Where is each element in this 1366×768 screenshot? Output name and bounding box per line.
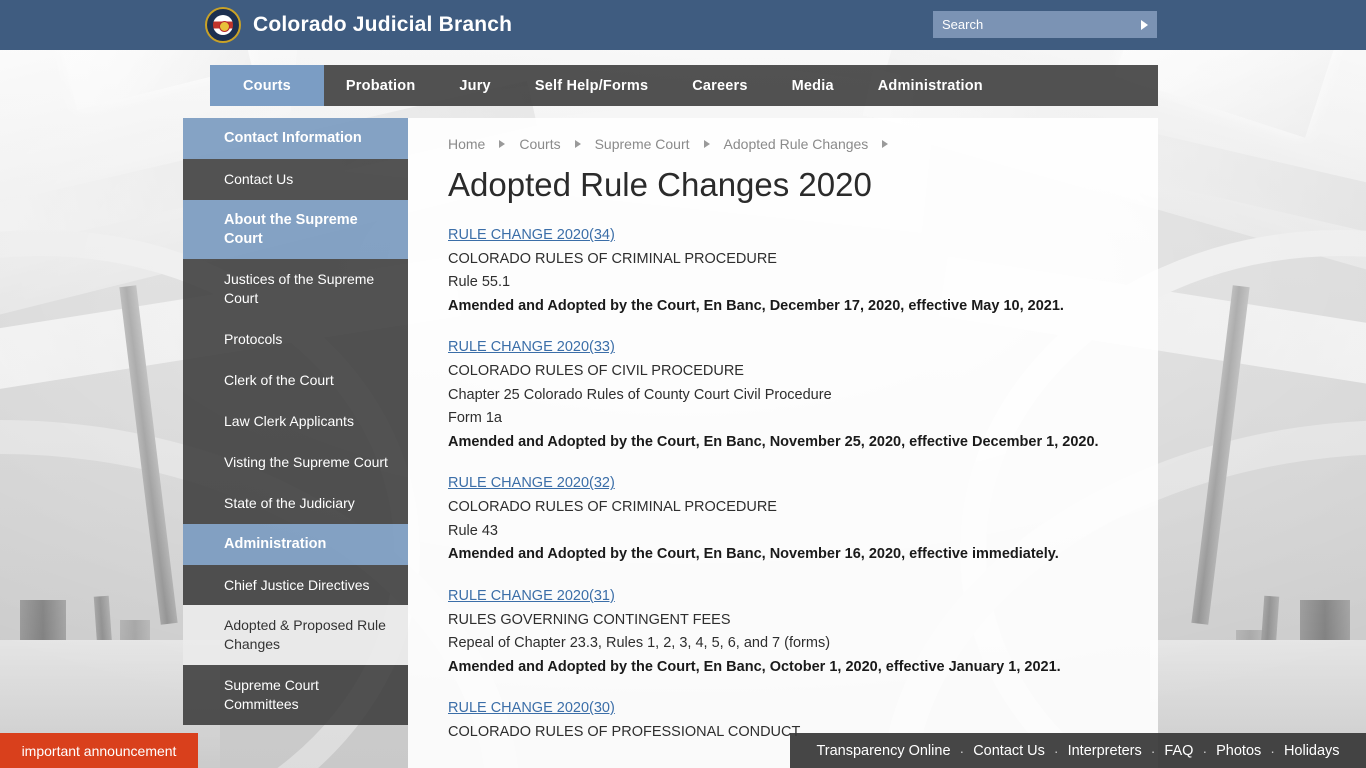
rule-change-link[interactable]: RULE CHANGE 2020(30): [448, 700, 615, 716]
search-submit-button[interactable]: [1131, 11, 1157, 38]
rule-description-line: RULES GOVERNING CONTINGENT FEES: [448, 611, 731, 628]
footer-separator: ·: [959, 742, 965, 759]
rule-description-line: Chapter 25 Colorado Rules of County Cour…: [448, 386, 832, 403]
breadcrumb-separator-icon: [882, 140, 889, 148]
rule-change-entry: RULE CHANGE 2020(34) COLORADO RULES OF CR…: [448, 226, 1134, 318]
brand[interactable]: Colorado Judicial Branch: [205, 0, 512, 50]
sidebar-item-chief-justice-directives[interactable]: Chief Justice Directives: [183, 564, 408, 606]
rule-change-link[interactable]: RULE CHANGE 2020(33): [448, 339, 615, 355]
nav-item-self-help-forms[interactable]: Self Help/Forms: [513, 65, 670, 106]
footer-link-faq[interactable]: FAQ: [1164, 743, 1193, 759]
footer-link-holidays[interactable]: Holidays: [1284, 743, 1340, 759]
triangle-right-icon: [1140, 19, 1148, 30]
footer-separator: ·: [1202, 742, 1208, 759]
breadcrumb-item-home[interactable]: Home: [448, 136, 485, 152]
sidebar-item-law-clerk-applicants[interactable]: Law Clerk Applicants: [183, 400, 408, 442]
footer-link-contact-us[interactable]: Contact Us: [973, 743, 1045, 759]
primary-navigation: Courts Probation Jury Self Help/Forms Career…: [210, 65, 1158, 106]
rule-description-line: COLORADO RULES OF CRIMINAL PROCEDURE: [448, 499, 777, 516]
rule-description-line: Form 1a: [448, 410, 502, 427]
rule-adoption-statement: Amended and Adopted by the Court, En Ban…: [448, 658, 1061, 675]
colorado-courts-seal-icon: [205, 7, 241, 43]
rule-description-line: Repeal of Chapter 23.3, Rules 1, 2, 3, 4…: [448, 635, 831, 652]
footer-separator: ·: [1270, 742, 1275, 759]
breadcrumb-separator-icon: [574, 140, 581, 148]
rule-description-line: COLORADO RULES OF CIVIL PROCEDURE: [448, 363, 744, 380]
site-header: Colorado Judicial Branch: [0, 0, 1366, 50]
sidebar-navigation: Contact Information Contact Us About the S…: [183, 118, 408, 725]
breadcrumb-separator-icon: [499, 140, 506, 148]
footer-separator: ·: [1053, 742, 1059, 759]
rule-description-line: COLORADO RULES OF CRIMINAL PROCEDURE: [448, 250, 777, 267]
rule-description-line: Rule 43: [448, 522, 498, 539]
sidebar-item-clerk-of-the-court[interactable]: Clerk of the Court: [183, 360, 408, 401]
breadcrumb-item-courts[interactable]: Courts: [519, 136, 560, 152]
nav-item-probation[interactable]: Probation: [324, 65, 437, 106]
sidebar-item-contact-us[interactable]: Contact Us: [183, 158, 408, 200]
page-title: Adopted Rule Changes 2020: [448, 166, 872, 203]
footer-separator: ·: [1150, 742, 1156, 759]
sidebar-item-state-of-the-judiciary[interactable]: State of the Judiciary: [183, 482, 408, 524]
nav-item-careers[interactable]: Careers: [670, 65, 769, 106]
rule-change-link[interactable]: RULE CHANGE 2020(31): [448, 588, 615, 604]
nav-item-media[interactable]: Media: [770, 65, 856, 106]
footer-quick-links: Transparency Online · Contact Us · Interpret…: [790, 733, 1366, 768]
nav-item-jury[interactable]: Jury: [437, 65, 512, 106]
footer-link-interpreters[interactable]: Interpreters: [1068, 743, 1142, 759]
nav-item-courts[interactable]: Courts: [210, 65, 324, 106]
rule-adoption-statement: Amended and Adopted by the Court, En Ban…: [448, 433, 1099, 450]
breadcrumb-item-adopted-rule-changes[interactable]: Adopted Rule Changes: [724, 136, 869, 152]
breadcrumb-item-supreme-court[interactable]: Supreme Court: [595, 136, 690, 152]
search-box[interactable]: [933, 11, 1157, 38]
sidebar-header-administration[interactable]: Administration: [183, 523, 408, 565]
rule-changes-list: RULE CHANGE 2020(34) COLORADO RULES OF CR…: [448, 226, 1134, 745]
rule-change-entry: RULE CHANGE 2020(32) COLORADO RULES OF CR…: [448, 474, 1134, 566]
rule-change-entry: RULE CHANGE 2020(31) RULES GOVERNING CONT…: [448, 587, 1134, 679]
rule-description-line: Rule 55.1: [448, 274, 511, 291]
rule-change-link[interactable]: RULE CHANGE 2020(34): [448, 227, 615, 243]
main-content-panel: Home Courts Supreme Court Adopted Rule Chan…: [408, 118, 1158, 768]
breadcrumb: Home Courts Supreme Court Adopted Rule Chan…: [448, 136, 1134, 152]
sidebar-item-protocols[interactable]: Protocols: [183, 319, 408, 361]
breadcrumb-separator-icon: [703, 140, 710, 148]
rule-adoption-statement: Amended and Adopted by the Court, En Ban…: [448, 546, 1059, 563]
sidebar-item-justices-of-the-supreme-court[interactable]: Justices of the Supreme Court: [183, 259, 408, 320]
sidebar-item-visting-the-supreme-court[interactable]: Visting the Supreme Court: [183, 441, 408, 483]
sidebar-header-about-the-supreme-court[interactable]: About the Supreme Court: [183, 199, 408, 260]
nav-item-administration[interactable]: Administration: [856, 65, 1005, 106]
important-announcement-banner[interactable]: important announcement: [0, 733, 198, 768]
rule-change-link[interactable]: RULE CHANGE 2020(32): [448, 475, 615, 491]
rule-adoption-statement: Amended and Adopted by the Court, En Ban…: [448, 297, 1064, 314]
sidebar-item-supreme-court-committees[interactable]: Supreme Court Committees: [183, 665, 408, 725]
sidebar-header-contact-information[interactable]: Contact Information: [183, 118, 408, 159]
search-input[interactable]: [933, 11, 1131, 38]
rule-change-entry: RULE CHANGE 2020(33) COLORADO RULES OF CI…: [448, 338, 1134, 454]
announcement-label: important announcement: [21, 742, 177, 759]
footer-link-photos[interactable]: Photos: [1216, 743, 1261, 759]
sidebar-item-adopted-proposed-rule-changes[interactable]: Adopted & Proposed Rule Changes: [183, 605, 408, 666]
footer-link-transparency-online[interactable]: Transparency Online: [816, 743, 950, 759]
site-title: Colorado Judicial Branch: [253, 13, 513, 36]
